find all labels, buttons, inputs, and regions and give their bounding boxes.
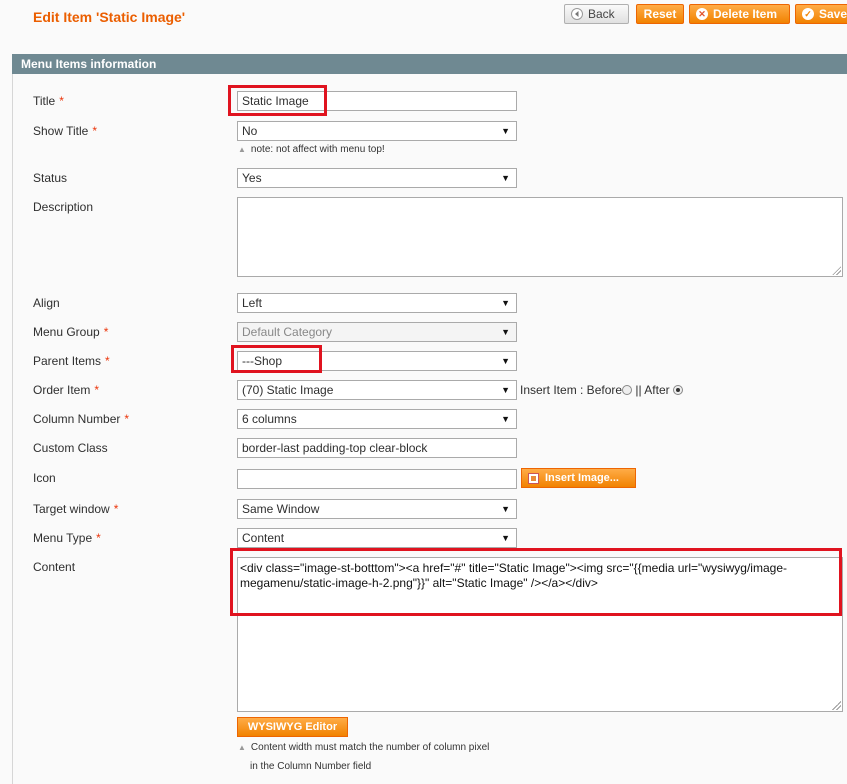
status-select[interactable]: Yes ▼	[237, 168, 517, 188]
menu-group-select: Default Category ▼	[237, 322, 517, 342]
chevron-down-icon: ▼	[501, 298, 510, 308]
insert-image-label: Insert Image...	[545, 472, 619, 484]
delete-button-label: Delete Item	[713, 7, 778, 21]
insert-after-radio[interactable]	[672, 385, 683, 395]
menu-type-select[interactable]: Content ▼	[237, 528, 517, 548]
chevron-down-icon: ▼	[501, 533, 510, 543]
required-mark: *	[103, 325, 109, 339]
parent-items-value: ---Shop	[242, 354, 283, 368]
show-title-label: Show Title *	[33, 124, 98, 138]
back-button[interactable]: Back	[564, 4, 629, 24]
column-number-value: 6 columns	[242, 412, 297, 426]
page-title: Edit Item 'Static Image'	[33, 9, 186, 25]
target-window-value: Same Window	[242, 502, 320, 516]
save-button-label: Save	[819, 7, 847, 21]
back-button-label: Back	[588, 7, 615, 21]
custom-class-label: Custom Class	[33, 441, 108, 455]
insert-position-group: Insert Item : Before || After	[520, 383, 683, 397]
menu-group-label: Menu Group *	[33, 325, 109, 339]
icon-label: Icon	[33, 471, 56, 485]
target-window-label: Target window *	[33, 502, 119, 516]
column-number-label: Column Number *	[33, 412, 130, 426]
target-window-select[interactable]: Same Window ▼	[237, 499, 517, 519]
show-title-select[interactable]: No ▼	[237, 121, 517, 141]
show-title-value: No	[242, 124, 258, 138]
content-code: <div class="image-st-botttom"><a href="#…	[240, 561, 820, 591]
align-label: Align	[33, 296, 60, 310]
show-title-note: ▲ note: not affect with menu top!	[238, 144, 385, 155]
order-item-select[interactable]: (70) Static Image ▼	[237, 380, 517, 400]
note-arrow-icon: ▲	[238, 145, 246, 154]
required-mark: *	[94, 383, 100, 397]
required-mark: *	[105, 354, 110, 368]
save-button[interactable]: ✓ Save	[795, 4, 847, 24]
align-select[interactable]: Left ▼	[237, 293, 517, 313]
arrow-left-icon	[571, 8, 583, 20]
chevron-down-icon: ▼	[501, 504, 510, 514]
wysiwyg-editor-button[interactable]: WYSIWYG Editor	[237, 717, 348, 737]
content-label: Content	[33, 560, 76, 574]
reset-button[interactable]: Reset	[636, 4, 684, 24]
insert-before-radio[interactable]	[622, 385, 633, 395]
wysiwyg-editor-label: WYSIWYG Editor	[247, 721, 338, 733]
insert-before-label: Insert Item : Before	[520, 383, 623, 397]
chevron-down-icon: ▼	[501, 414, 510, 424]
align-value: Left	[242, 296, 263, 310]
chevron-down-icon: ▼	[501, 173, 510, 183]
chevron-down-icon: ▼	[501, 327, 510, 337]
order-item-label: Order Item *	[33, 383, 100, 397]
note-arrow-icon: ▲	[238, 743, 246, 752]
description-label: Description	[33, 200, 94, 214]
delete-item-button[interactable]: ✕ Delete Item	[689, 4, 790, 24]
resize-handle-icon[interactable]	[832, 266, 841, 275]
required-mark: *	[92, 124, 98, 138]
title-label: Title *	[33, 94, 64, 108]
required-mark: *	[96, 531, 101, 545]
chevron-down-icon: ▼	[501, 385, 510, 395]
parent-items-select[interactable]: ---Shop ▼	[237, 351, 517, 371]
menu-type-value: Content	[242, 531, 285, 545]
resize-handle-icon[interactable]	[832, 701, 841, 710]
status-label: Status	[33, 171, 68, 185]
chevron-down-icon: ▼	[501, 356, 510, 366]
column-number-select[interactable]: 6 columns ▼	[237, 409, 517, 429]
menu-group-value: Default Category	[242, 325, 333, 339]
chevron-down-icon: ▼	[501, 126, 510, 136]
content-note-line-1: ▲ Content width must match the number of …	[238, 742, 490, 753]
content-line-2: megamenu/static-image-h-2.png"}}" alt="S…	[240, 576, 598, 590]
insert-after-label: || After	[635, 383, 670, 397]
check-icon: ✓	[802, 8, 814, 20]
title-input[interactable]: Static Image	[237, 91, 517, 111]
required-mark: *	[124, 412, 130, 426]
required-mark: *	[59, 94, 64, 108]
required-mark: *	[113, 502, 119, 516]
reset-button-label: Reset	[643, 7, 677, 21]
section-header: Menu Items information	[12, 54, 847, 74]
icon-input[interactable]	[237, 469, 517, 489]
order-item-value: (70) Static Image	[242, 383, 334, 397]
delete-icon: ✕	[696, 8, 708, 20]
parent-items-label: Parent Items *	[33, 354, 110, 368]
image-icon	[528, 472, 539, 484]
insert-image-button[interactable]: Insert Image...	[521, 468, 636, 488]
custom-class-input[interactable]: border-last padding-top clear-block	[237, 438, 517, 458]
content-line-1: <div class="image-st-botttom"><a href="#…	[240, 561, 787, 575]
content-note-line-2: in the Column Number field	[250, 761, 372, 772]
description-textarea[interactable]	[237, 197, 843, 277]
status-value: Yes	[242, 171, 262, 185]
menu-type-label: Menu Type *	[33, 531, 101, 545]
